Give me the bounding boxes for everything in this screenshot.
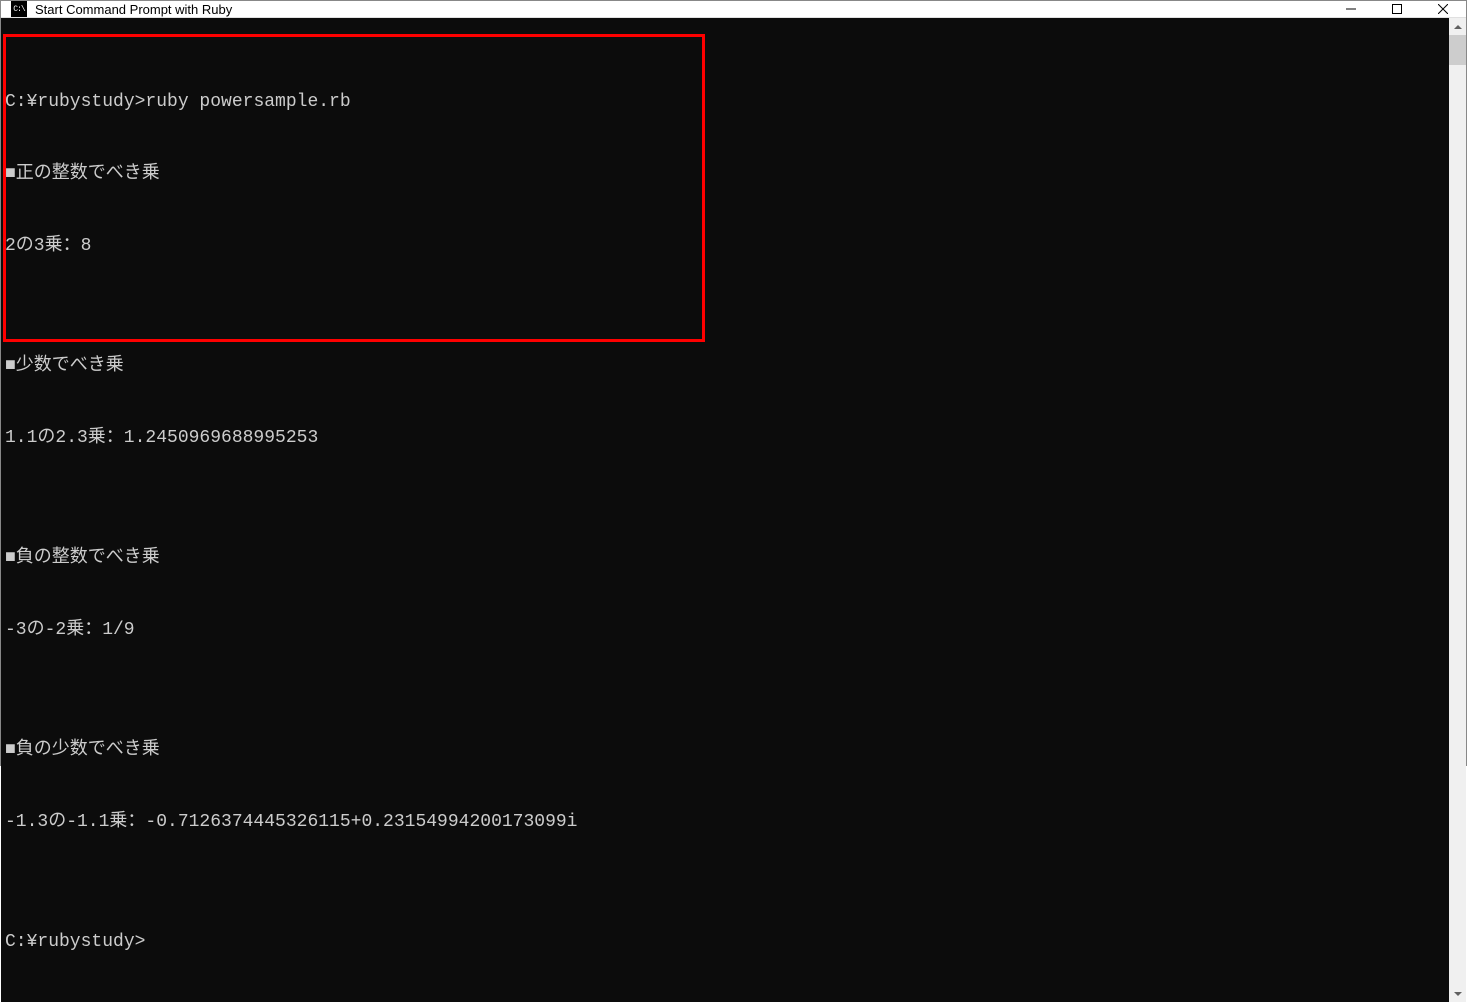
minimize-icon — [1346, 4, 1356, 14]
close-icon — [1438, 4, 1448, 14]
titlebar[interactable]: C:\ Start Command Prompt with Ruby — [1, 1, 1466, 18]
application-window: C:\ Start Command Prompt with Ruby C:¥ru… — [0, 0, 1467, 766]
terminal-line: ■負の整数でべき乗 — [1, 546, 1449, 570]
terminal-line: C:¥rubystudy>ruby powersample.rb — [1, 90, 1449, 114]
terminal-line: -3の-2乗：1/9 — [1, 618, 1449, 642]
chevron-up-icon — [1454, 25, 1462, 29]
app-icon-text: C:\ — [13, 5, 24, 14]
terminal-line: 2の3乗：8 — [1, 234, 1449, 258]
terminal-line: ■少数でべき乗 — [1, 354, 1449, 378]
terminal-line: C:¥rubystudy> — [1, 930, 1449, 954]
window-controls — [1328, 1, 1466, 17]
terminal-line: -1.3の-1.1乗：-0.7126374445326115+0.2315499… — [1, 810, 1449, 834]
terminal-line: ■負の少数でべき乗 — [1, 738, 1449, 762]
scroll-up-arrow[interactable] — [1449, 18, 1466, 35]
scroll-track[interactable] — [1449, 35, 1466, 985]
scroll-down-arrow[interactable] — [1449, 985, 1466, 1002]
minimize-button[interactable] — [1328, 1, 1374, 17]
maximize-icon — [1392, 4, 1402, 14]
highlight-annotation — [3, 34, 705, 342]
terminal-area: C:¥rubystudy>ruby powersample.rb ■正の整数でべ… — [1, 18, 1466, 1002]
terminal-line: 1.1の2.3乗：1.2450969688995253 — [1, 426, 1449, 450]
maximize-button[interactable] — [1374, 1, 1420, 17]
window-title: Start Command Prompt with Ruby — [35, 2, 1328, 17]
terminal-content[interactable]: C:¥rubystudy>ruby powersample.rb ■正の整数でべ… — [1, 18, 1449, 1002]
terminal-line: ■正の整数でべき乗 — [1, 162, 1449, 186]
chevron-down-icon — [1454, 992, 1462, 996]
vertical-scrollbar[interactable] — [1449, 18, 1466, 1002]
close-button[interactable] — [1420, 1, 1466, 17]
scroll-thumb[interactable] — [1449, 35, 1466, 65]
app-icon: C:\ — [11, 1, 27, 17]
